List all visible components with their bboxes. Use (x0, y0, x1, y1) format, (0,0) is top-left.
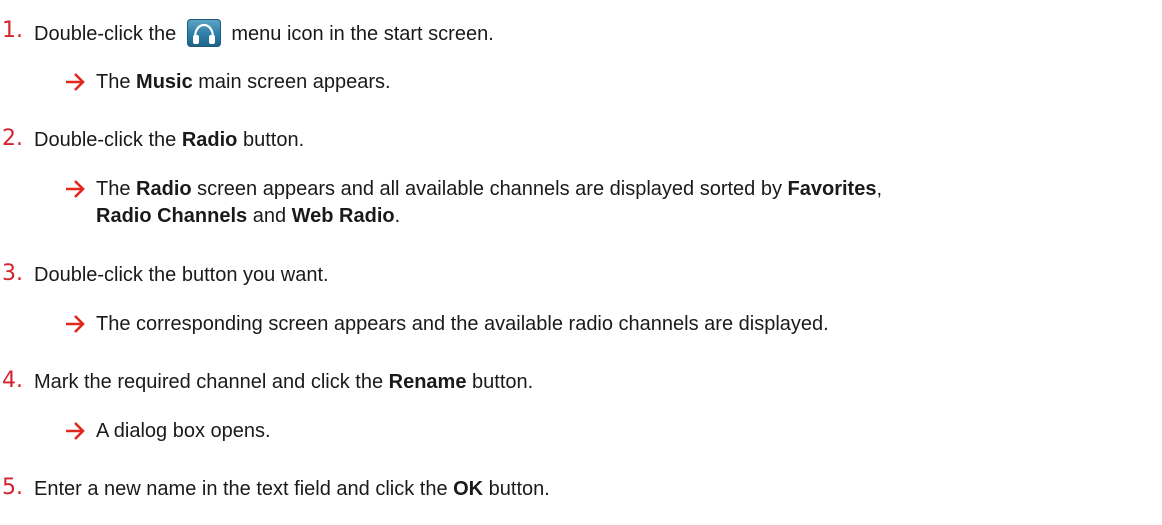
result-text-part: screen appears and all available channel… (191, 178, 788, 200)
result-text: The Music main screen appears. (96, 69, 391, 96)
step-text-part: button. (237, 129, 305, 151)
result-text: The corresponding screen appears and the… (96, 313, 829, 335)
step-text-part: menu icon in the start screen. (225, 23, 494, 45)
result-bold: Web Radio (291, 205, 395, 227)
right-arrow-icon (66, 180, 85, 198)
step-text: Mark the required channel and click the … (34, 369, 533, 395)
step-number: 3. (2, 261, 23, 286)
step-text-part: Double-click the (34, 23, 182, 45)
result-text-part: main screen appears. (192, 71, 391, 93)
result-bold: Music (136, 71, 193, 93)
step-text: Double-click the Radio button. (34, 127, 304, 153)
right-arrow-icon (66, 73, 85, 91)
step-text-part: button. (466, 371, 534, 393)
result-text-part: , (876, 178, 883, 200)
result-bold: Favorites (787, 178, 877, 200)
step-1: 1. Double-click the menu icon in the sta… (0, 16, 1162, 52)
step-text: Double-click the menu icon in the start … (34, 19, 494, 47)
right-arrow-icon (66, 315, 85, 333)
step-text-part: button. (483, 478, 550, 500)
step-5: 5. Enter a new name in the text field an… (0, 473, 1162, 509)
step-text-part: Double-click the (34, 129, 182, 151)
step-bold: Radio (181, 129, 238, 151)
step-3: 3. Double-click the button you want. (0, 259, 1162, 295)
step-4: 4. Mark the required channel and click t… (0, 366, 1162, 402)
right-arrow-icon (66, 422, 85, 440)
result-4: A dialog box opens. (64, 418, 1154, 448)
step-number: 5. (2, 475, 23, 500)
step-number: 2. (2, 126, 23, 151)
result-3: The corresponding screen appears and the… (64, 311, 1154, 341)
result-text: A dialog box opens. (96, 420, 271, 442)
result-text-part: and (247, 205, 292, 227)
step-text-part: Mark the required channel and click the (34, 371, 389, 393)
step-bold: Rename (388, 371, 467, 393)
result-2: The Radio screen appears and all availab… (64, 176, 1154, 236)
step-bold: OK (453, 478, 484, 500)
result-text: The Radio screen appears and all availab… (96, 176, 1156, 230)
step-text: Enter a new name in the text field and c… (34, 476, 550, 502)
result-bold: Radio (136, 178, 192, 200)
step-text: Double-click the button you want. (34, 264, 329, 286)
result-text-part: . (394, 205, 401, 227)
headphones-icon (186, 19, 221, 47)
result-1: The Music main screen appears. (64, 69, 1154, 99)
step-number: 1. (2, 18, 23, 43)
step-text-part: Enter a new name in the text field and c… (34, 478, 454, 500)
step-number: 4. (2, 368, 23, 393)
step-2: 2. Double-click the Radio button. (0, 124, 1162, 160)
result-text-part: The (96, 178, 137, 200)
result-text-part: The (96, 71, 137, 93)
result-bold: Radio Channels (96, 205, 248, 227)
